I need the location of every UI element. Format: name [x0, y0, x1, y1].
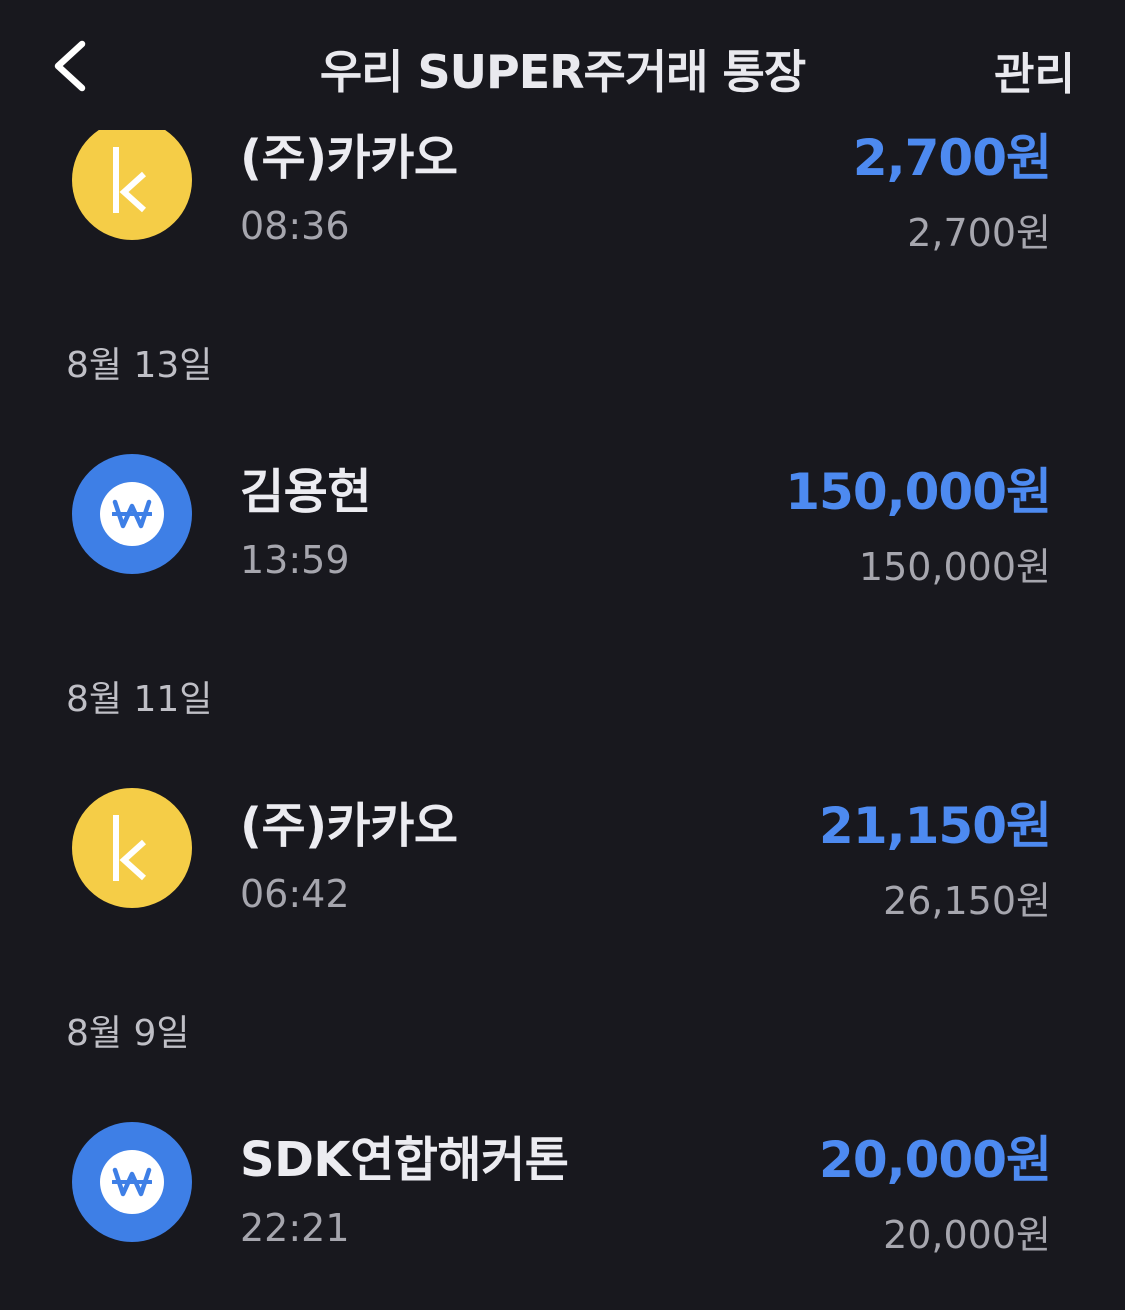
chevron-left-icon: [54, 40, 86, 92]
transaction-item[interactable]: (주)카카오 06:42 21,150원 26,150원: [0, 782, 1125, 923]
won-icon: [112, 1167, 152, 1197]
kakao-k-icon: [113, 815, 147, 881]
won-avatar: [72, 1122, 192, 1242]
transaction-name: 김용현: [240, 464, 371, 520]
transaction-time: 06:42: [240, 872, 350, 916]
transaction-amount: 150,000원: [785, 463, 1052, 521]
transaction-item[interactable]: 김용현 13:59 150,000원 150,000원: [0, 448, 1125, 589]
date-header: 8월 13일: [66, 345, 213, 386]
transaction-balance: 26,150원: [883, 879, 1051, 923]
transaction-amount: 20,000원: [819, 1131, 1052, 1189]
transaction-time: 13:59: [240, 538, 350, 582]
transaction-item[interactable]: (주)카카오 08:36 2,700원 2,700원: [0, 114, 1125, 255]
top-nav-bar: 우리 SUPER주거래 통장 관리: [0, 0, 1125, 130]
page-title: 우리 SUPER주거래 통장: [319, 45, 806, 99]
date-header: 8월 11일: [66, 679, 213, 720]
transaction-time: 22:21: [240, 1206, 350, 1250]
transaction-balance: 20,000원: [883, 1213, 1051, 1257]
won-icon: [112, 499, 152, 529]
transaction-name: SDK연합해커톤: [240, 1132, 569, 1188]
won-avatar: [72, 454, 192, 574]
date-header: 8월 9일: [66, 1013, 190, 1054]
transaction-name: (주)카카오: [240, 798, 458, 854]
kakao-avatar: [72, 788, 192, 908]
transaction-balance: 150,000원: [858, 545, 1051, 589]
transaction-history-screen: (주)카카오 08:36 2,700원 2,700원 8월 13일 김용현 13…: [0, 0, 1125, 1310]
transaction-amount: 21,150원: [819, 797, 1052, 855]
transaction-balance: 2,700원: [907, 211, 1051, 255]
kakao-k-icon: [113, 147, 147, 213]
kakao-avatar: [72, 120, 192, 240]
transaction-time: 08:36: [240, 204, 350, 248]
transaction-item[interactable]: SDK연합해커톤 22:21 20,000원 20,000원: [0, 1116, 1125, 1257]
manage-button[interactable]: 관리: [994, 38, 1075, 102]
back-button[interactable]: [38, 24, 110, 108]
